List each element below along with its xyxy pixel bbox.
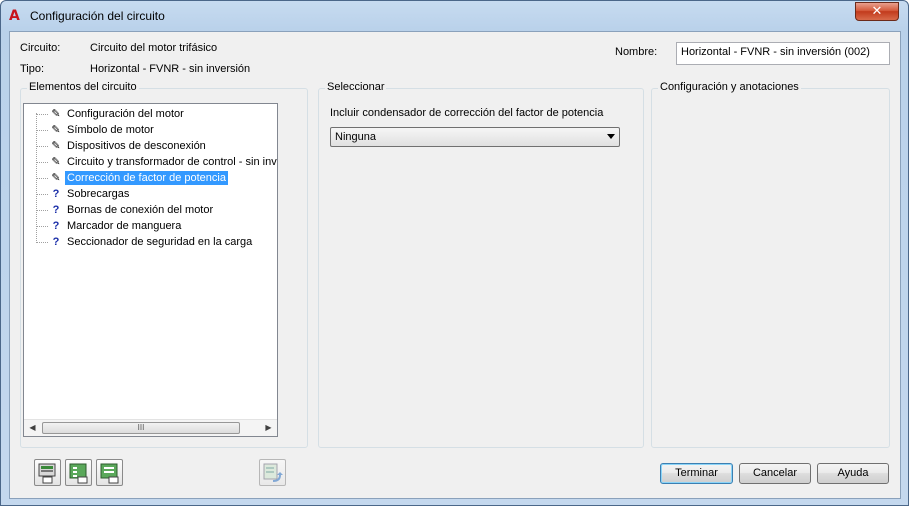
- capacitor-field-label: Incluir condensador de corrección del fa…: [330, 107, 604, 119]
- autocad-logo-icon: A: [9, 8, 20, 24]
- circuit-elements-tree[interactable]: ✎ Configuración del motor ✎ Símbolo de moto…: [23, 103, 278, 437]
- tree-item[interactable]: ? Bornas de conexión del motor: [36, 202, 276, 218]
- tree-item[interactable]: ✎ Configuración del motor: [36, 106, 276, 122]
- tree-item-label: Símbolo de motor: [67, 124, 154, 136]
- config-group-title: Configuración y anotaciones: [658, 81, 801, 93]
- capacitor-select-value: Ninguna: [335, 131, 376, 143]
- cancel-button[interactable]: Cancelar: [739, 463, 811, 484]
- pencil-icon: ✎: [51, 139, 61, 152]
- window-title: Configuración del circuito: [30, 9, 165, 23]
- dropdown-arrow-icon: [607, 134, 615, 139]
- type-label: Tipo:: [20, 63, 45, 75]
- dialog-window: A Configuración del circuito ✕ Circuito:…: [0, 0, 909, 506]
- elements-group-title: Elementos del circuito: [27, 81, 139, 93]
- tree-item-label: Marcador de manguera: [67, 220, 182, 232]
- tree-connector: [36, 178, 48, 179]
- question-icon: ?: [52, 220, 60, 232]
- select-group-title: Seleccionar: [325, 81, 387, 93]
- tree-connector: [36, 226, 48, 227]
- horizontal-scrollbar[interactable]: ◀ III ▶: [24, 419, 277, 436]
- tree-connector: [36, 162, 48, 163]
- scroll-right-arrow-icon[interactable]: ▶: [260, 420, 277, 436]
- save-template-button[interactable]: [34, 459, 61, 486]
- tree-item-label: Configuración del motor: [67, 108, 184, 120]
- tree-connector: [36, 194, 48, 195]
- tree-connector: [36, 130, 48, 131]
- config-group: Configuración y anotaciones: [651, 81, 890, 448]
- pencil-icon: ✎: [51, 171, 61, 184]
- copy-template-icon: [100, 463, 119, 484]
- tree-item-label: Dispositivos de desconexión: [67, 140, 206, 152]
- tree-connector: [36, 146, 48, 147]
- load-template-icon: [69, 463, 88, 484]
- name-label: Nombre:: [615, 46, 658, 58]
- capacitor-select[interactable]: Ninguna: [330, 127, 620, 147]
- tree-item-label: Seccionador de seguridad en la carga: [67, 236, 253, 248]
- type-value: Horizontal - FVNR - sin inversión: [90, 63, 251, 75]
- scroll-left-arrow-icon[interactable]: ◀: [24, 420, 41, 436]
- save-template-icon: [38, 463, 56, 484]
- copy-template-button[interactable]: [96, 459, 123, 486]
- question-icon: ?: [52, 236, 60, 248]
- tree-item-label: Bornas de conexión del motor: [67, 204, 214, 216]
- circuit-value: Circuito del motor trifásico: [90, 42, 218, 54]
- load-template-button[interactable]: [65, 459, 92, 486]
- tree-item[interactable]: ✎ Símbolo de motor: [36, 122, 276, 138]
- tree-item[interactable]: ? Marcador de manguera: [36, 218, 276, 234]
- question-icon: ?: [52, 188, 60, 200]
- pencil-icon: ✎: [51, 123, 61, 136]
- tree-item[interactable]: ✎ Corrección de factor de potencia: [36, 170, 276, 186]
- finish-button[interactable]: Terminar: [660, 463, 733, 484]
- tree-item[interactable]: ✎ Circuito y transformador de control - s…: [36, 154, 278, 170]
- close-button[interactable]: ✕: [855, 2, 899, 21]
- restore-icon: [263, 463, 283, 482]
- title-bar[interactable]: A Configuración del circuito ✕: [1, 1, 908, 31]
- tree-item[interactable]: ? Sobrecargas: [36, 186, 276, 202]
- help-button[interactable]: Ayuda: [817, 463, 889, 484]
- circuit-label: Circuito:: [20, 42, 61, 54]
- tree-connector: [36, 242, 48, 243]
- tree-item-label: Corrección de factor de potencia: [65, 171, 228, 185]
- dialog-body: Circuito: Circuito del motor trifásico T…: [9, 31, 901, 499]
- tree-item-label: Sobrecargas: [67, 188, 130, 200]
- name-input[interactable]: Horizontal - FVNR - sin inversión (002): [676, 42, 890, 65]
- tree-item[interactable]: ✎ Dispositivos de desconexión: [36, 138, 276, 154]
- pencil-icon: ✎: [51, 155, 61, 168]
- tree-item[interactable]: ? Seccionador de seguridad en la carga: [36, 234, 276, 250]
- pencil-icon: ✎: [51, 107, 61, 120]
- tree-connector: [36, 210, 48, 211]
- tree-connector: [36, 114, 48, 115]
- tree-item-label: Circuito y transformador de control - si…: [67, 156, 278, 168]
- restore-button[interactable]: [259, 459, 286, 486]
- scrollbar-thumb[interactable]: III: [42, 422, 240, 434]
- question-icon: ?: [52, 204, 60, 216]
